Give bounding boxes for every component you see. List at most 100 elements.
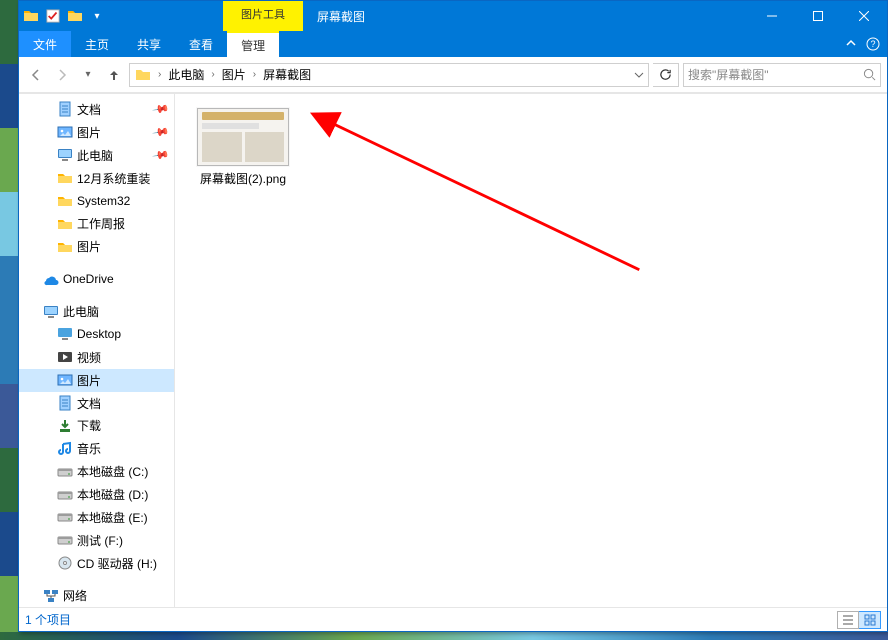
- breadcrumb-screenshots[interactable]: 屏幕截图: [258, 64, 316, 86]
- qat-overflow-icon[interactable]: ▾: [89, 8, 105, 24]
- sidebar-item[interactable]: 图片: [19, 235, 174, 258]
- sidebar-item[interactable]: 下载: [19, 414, 174, 437]
- sidebar-item-label: 本地磁盘 (C:): [77, 463, 148, 480]
- tab-share[interactable]: 共享: [123, 31, 175, 57]
- breadcrumb-this-pc[interactable]: 此电脑: [163, 64, 209, 86]
- sidebar-item[interactable]: 本地磁盘 (E:): [19, 506, 174, 529]
- maximize-button[interactable]: [795, 1, 841, 31]
- sidebar-item-label: 下载: [77, 417, 101, 434]
- close-button[interactable]: [841, 1, 887, 31]
- view-icons-button[interactable]: [859, 611, 881, 629]
- pic-icon: [57, 372, 73, 388]
- title-bar: ▾ 图片工具 屏幕截图: [19, 1, 887, 31]
- tab-view[interactable]: 查看: [175, 31, 227, 57]
- help-icon[interactable]: ?: [865, 36, 881, 52]
- sidebar-item-label: System32: [77, 194, 130, 208]
- recent-locations-button[interactable]: ▾: [77, 64, 99, 86]
- nav-bar: ▾ › 此电脑 › 图片 › 屏幕截图: [19, 57, 887, 93]
- tab-home[interactable]: 主页: [71, 31, 123, 57]
- view-details-button[interactable]: [837, 611, 859, 629]
- pc-icon: [43, 304, 59, 320]
- sidebar-item-label: 图片: [77, 372, 101, 389]
- file-name-label: 屏幕截图(2).png: [200, 170, 286, 187]
- sidebar-item[interactable]: 测试 (F:): [19, 529, 174, 552]
- network-icon: [43, 588, 59, 604]
- checkbox-icon[interactable]: [45, 8, 61, 24]
- address-root-icon[interactable]: [130, 64, 156, 86]
- sidebar-item-label: 工作周报: [77, 215, 125, 232]
- sidebar-item[interactable]: System32: [19, 190, 174, 213]
- sidebar-item[interactable]: 此电脑: [19, 300, 174, 323]
- up-button[interactable]: [103, 64, 125, 86]
- folder-icon: [67, 8, 83, 24]
- refresh-button[interactable]: [653, 63, 679, 87]
- svg-text:?: ?: [870, 39, 875, 49]
- sidebar-item[interactable]: 视频: [19, 346, 174, 369]
- ribbon-tabs: 文件 主页 共享 查看 管理 ?: [19, 31, 887, 57]
- folder-icon: [23, 8, 39, 24]
- navigation-pane[interactable]: 文档📌图片📌此电脑📌12月系统重装System32工作周报图片OneDrive此…: [19, 94, 175, 607]
- sidebar-item[interactable]: 文档: [19, 392, 174, 415]
- sidebar-item[interactable]: OneDrive: [19, 268, 174, 291]
- window-controls: [749, 1, 887, 31]
- ribbon-collapse-icon[interactable]: [843, 36, 859, 52]
- search-box[interactable]: [683, 63, 881, 87]
- sidebar-item[interactable]: Desktop: [19, 323, 174, 346]
- disk-icon: [57, 464, 73, 480]
- window-title: 屏幕截图: [303, 1, 379, 31]
- search-input[interactable]: [688, 68, 859, 82]
- sidebar-item[interactable]: 文档📌: [19, 98, 174, 121]
- sidebar-item-label: 本地磁盘 (D:): [77, 486, 148, 503]
- download-icon: [57, 418, 73, 434]
- search-icon: [863, 68, 876, 81]
- breadcrumb-pictures[interactable]: 图片: [217, 64, 251, 86]
- folder-icon: [57, 216, 73, 232]
- sidebar-item[interactable]: 工作周报: [19, 212, 174, 235]
- item-count-label: 1 个项目: [25, 611, 71, 628]
- sidebar-item-label: 此电脑: [77, 147, 113, 164]
- tool-tab-label: 图片工具: [241, 9, 285, 22]
- contextual-tool-tab[interactable]: 图片工具: [223, 1, 303, 31]
- sidebar-item[interactable]: 图片📌: [19, 121, 174, 144]
- disk-icon: [57, 487, 73, 503]
- doc-icon: [57, 395, 73, 411]
- sidebar-item-label: OneDrive: [63, 272, 114, 286]
- pin-icon: 📌: [152, 123, 171, 142]
- explorer-window: ▾ 图片工具 屏幕截图 文件 主页 共享 查看 管理: [18, 0, 888, 632]
- desktop-background-strip: [0, 0, 18, 640]
- sidebar-item[interactable]: 网络: [19, 584, 174, 607]
- address-bar[interactable]: › 此电脑 › 图片 › 屏幕截图: [129, 63, 649, 87]
- sidebar-item-label: Desktop: [77, 327, 121, 341]
- sidebar-item[interactable]: 图片: [19, 369, 174, 392]
- chevron-right-icon[interactable]: ›: [209, 69, 216, 80]
- sidebar-item-label: 测试 (F:): [77, 532, 123, 549]
- file-tab[interactable]: 文件: [19, 31, 71, 57]
- minimize-button[interactable]: [749, 1, 795, 31]
- address-dropdown-icon[interactable]: [630, 70, 648, 80]
- cd-icon: [57, 555, 73, 571]
- sidebar-item-label: CD 驱动器 (H:): [77, 555, 157, 572]
- file-item[interactable]: 屏幕截图(2).png: [189, 108, 297, 187]
- sidebar-item-label: 此电脑: [63, 303, 99, 320]
- chevron-right-icon[interactable]: ›: [156, 69, 163, 80]
- sidebar-item-label: 文档: [77, 395, 101, 412]
- quick-access-toolbar: ▾: [19, 1, 105, 31]
- doc-icon: [57, 101, 73, 117]
- pc-icon: [57, 147, 73, 163]
- chevron-right-icon[interactable]: ›: [251, 69, 258, 80]
- sidebar-item[interactable]: CD 驱动器 (H:): [19, 552, 174, 575]
- back-button[interactable]: [25, 64, 47, 86]
- sidebar-item[interactable]: 音乐: [19, 437, 174, 460]
- status-bar: 1 个项目: [19, 607, 887, 631]
- forward-button[interactable]: [51, 64, 73, 86]
- sidebar-item[interactable]: 本地磁盘 (D:): [19, 483, 174, 506]
- folder-icon: [57, 193, 73, 209]
- music-icon: [57, 441, 73, 457]
- sidebar-item[interactable]: 此电脑📌: [19, 144, 174, 167]
- file-list-pane[interactable]: 屏幕截图(2).png: [175, 94, 887, 607]
- sidebar-item[interactable]: 本地磁盘 (C:): [19, 460, 174, 483]
- tab-manage[interactable]: 管理: [227, 31, 279, 57]
- sidebar-item[interactable]: 12月系统重装: [19, 167, 174, 190]
- video-icon: [57, 349, 73, 365]
- sidebar-item-label: 音乐: [77, 440, 101, 457]
